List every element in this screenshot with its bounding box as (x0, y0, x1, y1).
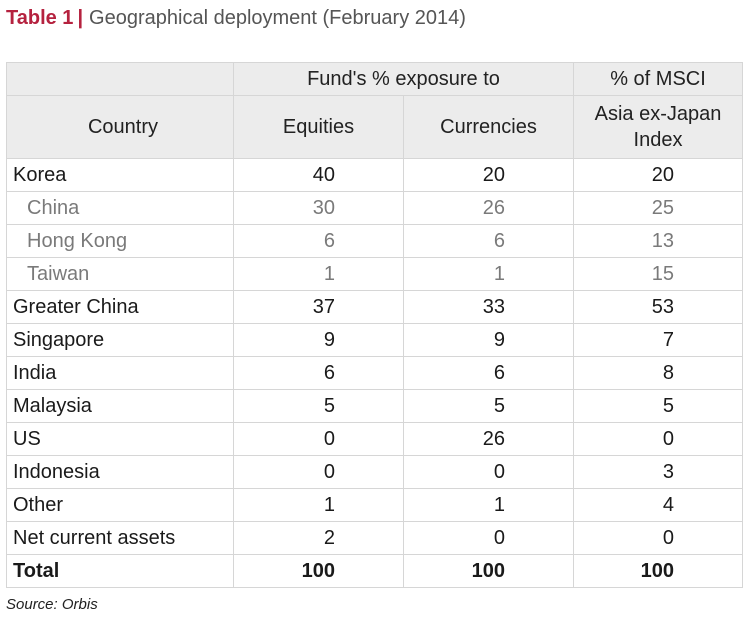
table-caption: Geographical deployment (February 2014) (89, 7, 466, 29)
header-fund-exposure-group: Fund's % exposure to (233, 62, 574, 96)
country-cell: Hong Kong (6, 224, 234, 258)
country-cell: India (6, 356, 234, 390)
header-msci-line: Asia ex-Japan (594, 103, 722, 125)
equities-cell: 0 (233, 422, 404, 456)
msci-cell: 7 (573, 323, 743, 357)
currencies-cell: 0 (403, 455, 574, 489)
table-row: Hong Kong 6 6 13 (6, 224, 743, 258)
header-row-columns: Country Equities Currencies Asia ex-Japa… (6, 95, 743, 159)
equities-cell: 5 (233, 389, 404, 423)
total-row: Total 100 100 100 (6, 554, 743, 588)
country-cell: Korea (6, 158, 234, 192)
msci-cell: 4 (573, 488, 743, 522)
currencies-cell: 33 (403, 290, 574, 324)
header-msci-top: % of MSCI (573, 62, 743, 96)
equities-cell: 30 (233, 191, 404, 225)
currencies-cell: 1 (403, 488, 574, 522)
msci-cell: 100 (573, 554, 743, 588)
currencies-cell: 26 (403, 191, 574, 225)
table-row: Indonesia 0 0 3 (6, 455, 743, 489)
msci-cell: 0 (573, 521, 743, 555)
currencies-cell: 20 (403, 158, 574, 192)
geographical-deployment-table: Fund's % exposure to % of MSCI Country E… (6, 62, 743, 588)
header-currencies: Currencies (403, 95, 574, 159)
country-cell: Taiwan (6, 257, 234, 291)
equities-cell: 9 (233, 323, 404, 357)
msci-cell: 3 (573, 455, 743, 489)
table-header: Fund's % exposure to % of MSCI Country E… (6, 62, 743, 159)
currencies-cell: 1 (403, 257, 574, 291)
table-row: Net current assets 2 0 0 (6, 521, 743, 555)
currencies-cell: 6 (403, 224, 574, 258)
msci-cell: 20 (573, 158, 743, 192)
equities-cell: 1 (233, 257, 404, 291)
table-row: Greater China 37 33 53 (6, 290, 743, 324)
header-blank-cell (6, 62, 234, 96)
country-cell: Singapore (6, 323, 234, 357)
msci-cell: 53 (573, 290, 743, 324)
table-row: US 0 26 0 (6, 422, 743, 456)
header-country: Country (6, 95, 234, 159)
country-cell: Net current assets (6, 521, 234, 555)
table-row: Malaysia 5 5 5 (6, 389, 743, 423)
table-row: Other 1 1 4 (6, 488, 743, 522)
equities-cell: 100 (233, 554, 404, 588)
msci-cell: 13 (573, 224, 743, 258)
table-body: Korea 40 20 20 China 30 26 25 Hong Kong 6 6 13 Taiwa… (6, 158, 743, 588)
equities-cell: 0 (233, 455, 404, 489)
equities-cell: 6 (233, 224, 404, 258)
table-title: Table 1 | Geographical deployment (Februar… (6, 5, 466, 31)
equities-cell: 1 (233, 488, 404, 522)
table-row: Taiwan 1 1 15 (6, 257, 743, 291)
equities-cell: 37 (233, 290, 404, 324)
country-cell: China (6, 191, 234, 225)
country-cell: Malaysia (6, 389, 234, 423)
country-cell: Greater China (6, 290, 234, 324)
currencies-cell: 26 (403, 422, 574, 456)
country-cell: Total (6, 554, 234, 588)
country-cell: Indonesia (6, 455, 234, 489)
source-note: Source: Orbis (6, 596, 98, 613)
msci-cell: 25 (573, 191, 743, 225)
header-msci-bottom: Asia ex-Japan Index (573, 95, 743, 159)
header-msci-line: Index (633, 129, 683, 151)
table-row: Korea 40 20 20 (6, 158, 743, 192)
msci-cell: 15 (573, 257, 743, 291)
title-separator: | (77, 7, 84, 29)
currencies-cell: 100 (403, 554, 574, 588)
currencies-cell: 6 (403, 356, 574, 390)
currencies-cell: 0 (403, 521, 574, 555)
equities-cell: 6 (233, 356, 404, 390)
currencies-cell: 5 (403, 389, 574, 423)
equities-cell: 2 (233, 521, 404, 555)
country-cell: US (6, 422, 234, 456)
currencies-cell: 9 (403, 323, 574, 357)
table-number: Table 1 (6, 7, 74, 29)
header-row-group: Fund's % exposure to % of MSCI (6, 62, 743, 96)
equities-cell: 40 (233, 158, 404, 192)
msci-cell: 5 (573, 389, 743, 423)
table-row: Singapore 9 9 7 (6, 323, 743, 357)
table-row: China 30 26 25 (6, 191, 743, 225)
header-equities: Equities (233, 95, 404, 159)
msci-cell: 8 (573, 356, 743, 390)
table-row: India 6 6 8 (6, 356, 743, 390)
msci-cell: 0 (573, 422, 743, 456)
country-cell: Other (6, 488, 234, 522)
